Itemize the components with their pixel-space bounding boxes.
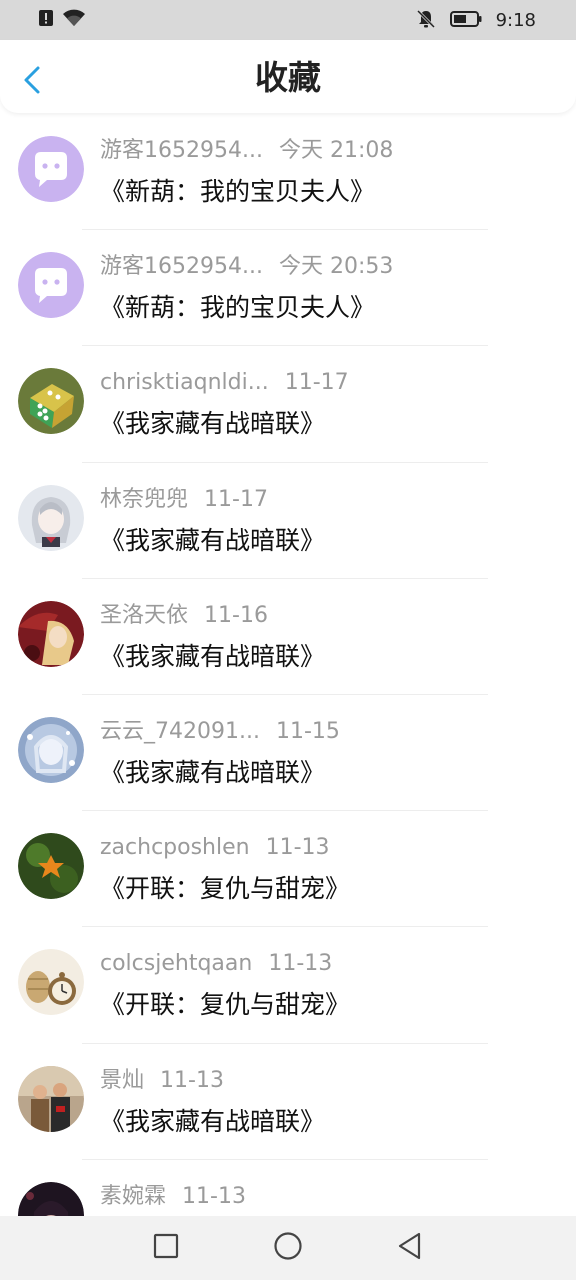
user-avatar	[18, 949, 84, 1016]
status-time: 9:18	[495, 10, 536, 31]
item-meta: 游客1652954... 今天 21:08	[100, 136, 393, 166]
back-nav-button[interactable]	[390, 1228, 430, 1268]
book-title: 《开联：复仇与甜宠》	[100, 874, 351, 904]
book-title: 《我家藏有战暗联》	[100, 409, 326, 439]
user-avatar	[18, 716, 84, 783]
list-item[interactable]: 游客1652954... 今天 20:53 《新葫：我的宝贝夫人》	[0, 230, 576, 347]
user-avatar	[18, 600, 84, 667]
user-name: 素婉霖	[100, 1183, 167, 1209]
item-time: 11-15	[275, 718, 340, 744]
user-name: 林奈兜兜	[100, 486, 189, 512]
triangle-back-icon	[396, 1231, 424, 1265]
battery-icon	[449, 10, 482, 32]
list-item[interactable]: chrisktiaqnldi... 11-17 《我家藏有战暗联》	[0, 346, 576, 463]
recent-apps-button[interactable]	[146, 1228, 186, 1268]
user-name: chrisktiaqnldi...	[100, 370, 269, 396]
user-name: 景灿	[100, 1067, 145, 1093]
book-title: 《我家藏有战暗联》	[100, 757, 326, 787]
list-item[interactable]: zachcposhlen 11-13 《开联：复仇与甜宠》	[0, 811, 576, 928]
item-meta: 景灿 11-13	[100, 1066, 224, 1096]
header-bar: 收藏	[0, 40, 576, 113]
list-item[interactable]: 云云_742091... 11-15 《我家藏有战暗联》	[0, 695, 576, 812]
item-meta: chrisktiaqnldi... 11-17	[100, 368, 349, 398]
status-bar: 9:18	[0, 0, 576, 40]
user-avatar	[18, 1181, 84, 1216]
list-item[interactable]: 素婉霖 11-13	[0, 1160, 576, 1216]
item-time: 11-17	[284, 370, 349, 396]
user-name: 圣洛天依	[100, 602, 189, 628]
book-title: 《新葫：我的宝贝夫人》	[100, 293, 376, 323]
list-item[interactable]: 林奈兜兜 11-17 《我家藏有战暗联》	[0, 463, 576, 579]
wifi-icon	[62, 9, 86, 31]
item-meta: 云云_742091... 11-15	[100, 717, 340, 747]
item-time: 今天 20:53	[278, 254, 394, 280]
item-meta: colcsjehtqaan 11-13	[100, 949, 332, 979]
default-avatar	[18, 136, 84, 202]
item-meta: 圣洛天依 11-16	[100, 601, 268, 631]
user-name: 游客1652954...	[100, 138, 263, 163]
item-time: 11-16	[204, 602, 268, 628]
book-title: 《开联：复仇与甜宠》	[100, 990, 351, 1020]
page-title: 收藏	[255, 58, 321, 97]
system-nav-bar	[0, 1216, 576, 1280]
item-time: 11-13	[268, 951, 333, 977]
book-title: 《我家藏有战暗联》	[100, 525, 326, 555]
default-avatar	[18, 252, 84, 319]
item-time: 11-17	[204, 486, 268, 512]
item-time: 11-13	[160, 1067, 224, 1093]
book-title: 《新葫：我的宝贝夫人》	[100, 177, 376, 206]
list-item[interactable]: 景灿 11-13 《我家藏有战暗联》	[0, 1044, 576, 1160]
list-item[interactable]: 游客1652954... 今天 21:08 《新葫：我的宝贝夫人》	[0, 114, 576, 231]
item-time: 今天 21:08	[278, 138, 394, 163]
user-name: zachcposhlen	[100, 835, 250, 861]
user-name: 云云_742091...	[100, 718, 260, 744]
home-button[interactable]	[268, 1228, 308, 1268]
user-avatar	[18, 833, 84, 900]
favorites-list: 游客1652954... 今天 21:08 《新葫：我的宝贝夫人》 游客16529…	[0, 114, 576, 1216]
user-avatar	[18, 484, 84, 551]
item-meta: 游客1652954... 今天 20:53	[100, 252, 393, 282]
book-title: 《我家藏有战暗联》	[100, 641, 326, 671]
user-name: 游客1652954...	[100, 254, 263, 280]
alert-icon	[38, 9, 54, 31]
item-meta: 林奈兜兜 11-17	[100, 485, 268, 515]
user-name: colcsjehtqaan	[100, 951, 253, 977]
book-title: 《我家藏有战暗联》	[100, 1106, 326, 1136]
item-time: 11-13	[265, 835, 330, 861]
square-icon	[153, 1233, 179, 1263]
item-meta: 素婉霖 11-13	[100, 1182, 246, 1212]
list-item[interactable]: colcsjehtqaan 11-13 《开联：复仇与甜宠》	[0, 927, 576, 1044]
circle-icon	[273, 1231, 303, 1265]
item-meta: zachcposhlen 11-13	[100, 833, 330, 863]
user-avatar	[18, 368, 84, 435]
user-avatar	[18, 1065, 84, 1132]
mute-notification-icon	[416, 9, 436, 33]
item-time: 11-13	[182, 1183, 246, 1209]
list-item[interactable]: 圣洛天依 11-16 《我家藏有战暗联》	[0, 579, 576, 695]
